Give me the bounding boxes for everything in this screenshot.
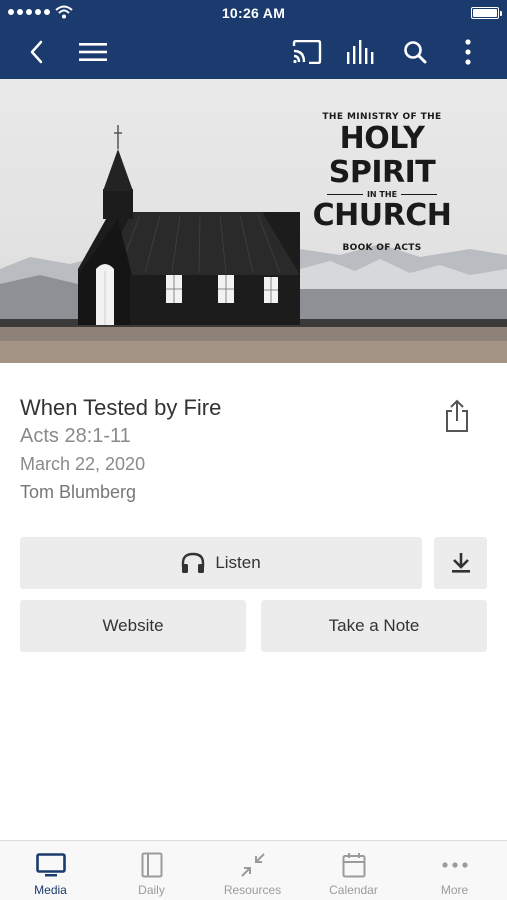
website-label: Website xyxy=(102,616,164,635)
back-chevron-icon[interactable] xyxy=(20,36,54,68)
tab-media-label: Media xyxy=(34,883,67,897)
tab-daily-label: Daily xyxy=(138,883,165,897)
sermon-title: When Tested by Fire xyxy=(20,395,222,420)
take-note-button[interactable]: Take a Note xyxy=(261,600,487,652)
book-icon xyxy=(141,851,163,879)
series-title: THE MINISTRY OF THE HOLY SPIRIT IN THE C… xyxy=(285,112,479,253)
bottom-tab-bar: Media Daily Resources Calendar More xyxy=(0,840,507,900)
top-bar: 10:26 AM xyxy=(0,0,507,79)
tab-more-label: More xyxy=(440,883,469,897)
listen-button[interactable]: Listen xyxy=(20,537,422,589)
status-bar: 10:26 AM xyxy=(0,0,507,26)
listen-label: Listen xyxy=(215,553,261,572)
sermon-details: When Tested by Fire Acts 28:1-11 March 2… xyxy=(20,394,440,506)
calendar-icon xyxy=(342,851,366,879)
website-button[interactable]: Website xyxy=(20,600,246,652)
collapse-arrows-icon xyxy=(240,851,266,879)
more-horizontal-icon xyxy=(441,851,468,879)
tab-resources-label: Resources xyxy=(223,883,282,897)
series-title-line2: HOLY SPIRIT xyxy=(328,121,436,190)
more-vertical-icon[interactable] xyxy=(451,36,485,68)
download-button[interactable] xyxy=(434,537,487,589)
tab-daily[interactable]: Daily xyxy=(101,841,202,900)
tab-media[interactable]: Media xyxy=(0,841,101,900)
battery-icon xyxy=(471,7,502,19)
sermon-speaker: Tom Blumberg xyxy=(20,482,137,502)
status-time: 10:26 AM xyxy=(221,5,286,21)
sermon-series-image: THE MINISTRY OF THE HOLY SPIRIT IN THE C… xyxy=(0,79,507,363)
sermon-date: March 22, 2020 xyxy=(20,454,146,474)
cast-icon[interactable] xyxy=(290,36,324,68)
nav-bar xyxy=(0,26,507,79)
take-note-label: Take a Note xyxy=(328,616,420,635)
headphones-icon xyxy=(182,552,205,573)
audio-bars-icon[interactable] xyxy=(344,36,378,68)
tab-resources[interactable]: Resources xyxy=(202,841,303,900)
series-title-line4: CHURCH xyxy=(312,198,452,233)
tab-calendar[interactable]: Calendar xyxy=(303,841,404,900)
tv-icon xyxy=(35,851,66,879)
tab-more[interactable]: More xyxy=(404,841,505,900)
sermon-passage: Acts 28:1-11 xyxy=(20,425,131,447)
search-icon[interactable] xyxy=(398,36,432,68)
series-title-line5: BOOK OF ACTS xyxy=(342,243,422,253)
download-icon xyxy=(451,553,470,573)
tab-calendar-label: Calendar xyxy=(329,883,378,897)
share-icon[interactable] xyxy=(442,398,472,434)
menu-icon[interactable] xyxy=(76,36,110,68)
